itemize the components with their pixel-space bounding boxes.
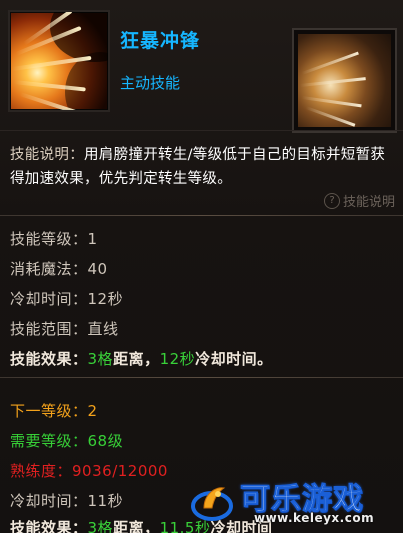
watermark-brand: 可乐游戏 [240,482,364,518]
next-effect-row: 技能效果：3格距离，11.5秒冷却时间 [10,517,273,533]
skill-preview-frame [292,28,397,133]
current-level-label: 技能等级： [10,230,88,248]
effect-row: 技能效果：3格距离，12秒冷却时间。 [10,348,273,369]
cooldown-row: 冷却时间：12秒 [10,288,123,309]
mana-cost-row: 消耗魔法：40 [10,258,108,279]
next-effect-label: 技能效果： [10,519,88,533]
proficiency-row: 熟练度：9036/12000 [10,460,168,481]
next-level-label: 下一等级： [10,402,88,420]
skill-description: 技能说明：用肩膀撞开转生/等级低于自己的目标并短暂获得加速效果，优先判定转生等级… [10,143,394,191]
range-value: 直线 [87,320,119,338]
proficiency-label: 熟练度： [10,462,73,480]
range-row: 技能范围：直线 [10,318,119,339]
next-cooldown-label: 冷却时间： [10,492,88,510]
current-level-row: 技能等级：1 [10,228,98,249]
skill-icon [8,10,110,112]
mana-cost-value: 40 [87,260,108,278]
effect-cooldown: 12秒 [159,350,196,368]
required-level-row: 需要等级：68级 [10,430,123,451]
required-level-label: 需要等级： [10,432,88,450]
skill-tooltip-panel: 狂暴冲锋 主动技能 技能说明：用肩膀撞开转生/等级低于自己的目标并短暂获得加速效… [0,0,403,533]
skill-type: 主动技能 [120,74,181,92]
next-level-divider [0,377,403,378]
next-effect-mid: 距离， [113,519,160,533]
next-effect-distance: 3格 [87,519,114,533]
current-level-value: 1 [87,230,98,248]
range-label: 技能范围： [10,320,88,338]
next-level-row: 下一等级：2 [10,400,98,421]
skill-preview-image [298,34,391,127]
effect-tail: 冷却时间。 [195,350,273,368]
effect-label: 技能效果： [10,350,88,368]
question-icon: ? [323,192,340,209]
skill-name: 狂暴冲锋 [120,30,201,52]
proficiency-value: 9036/12000 [72,462,168,480]
cooldown-value: 12秒 [87,290,124,308]
header-divider [0,130,403,131]
effect-distance: 3格 [87,350,114,368]
help-link[interactable]: ? 技能说明 [323,191,395,210]
next-cooldown-row: 冷却时间：11秒 [10,490,123,511]
mana-cost-label: 消耗魔法： [10,260,88,278]
next-effect-tail: 冷却时间 [210,519,273,533]
help-link-label: 技能说明 [342,195,395,210]
cooldown-label: 冷却时间： [10,290,88,308]
section-divider [0,215,403,216]
next-effect-cooldown: 11.5秒 [159,519,211,533]
next-level-value: 2 [87,402,98,420]
description-label: 技能说明： [10,147,84,163]
required-level-value: 68级 [87,432,124,450]
next-cooldown-value: 11秒 [87,492,124,510]
effect-mid: 距离， [113,350,160,368]
